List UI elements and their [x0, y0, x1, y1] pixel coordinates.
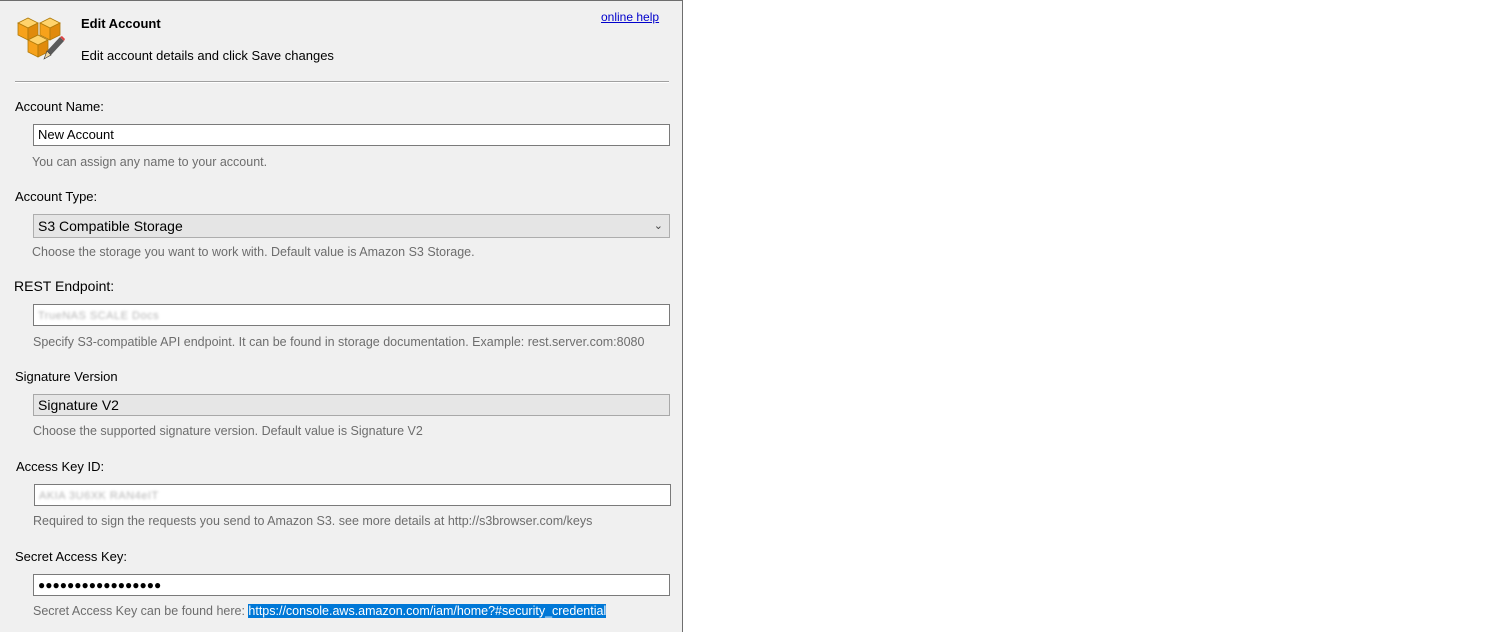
- access-key-id-label: Access Key ID:: [16, 459, 105, 474]
- rest-endpoint-label: REST Endpoint:: [14, 278, 115, 294]
- account-type-hint: Choose the storage you want to work with…: [32, 245, 475, 259]
- aws-boxes-edit-icon: [17, 17, 65, 60]
- header-divider: [15, 81, 669, 83]
- secret-access-key-hint-text: Secret Access Key can be found here:: [33, 604, 249, 618]
- rest-endpoint-input[interactable]: TrueNAS SCALE Docs: [33, 304, 670, 326]
- access-key-id-value: AKIA 3U6XK RAN4eIT: [39, 490, 159, 502]
- signature-version-hint: Choose the supported signature version. …: [33, 424, 423, 438]
- signature-version-select[interactable]: Signature V2: [33, 394, 670, 416]
- rest-endpoint-hint: Specify S3-compatible API endpoint. It c…: [33, 335, 645, 349]
- account-name-input[interactable]: New Account: [33, 124, 670, 146]
- chevron-down-icon[interactable]: ⌄: [654, 215, 663, 237]
- account-name-hint: You can assign any name to your account.: [32, 155, 268, 169]
- secret-access-key-label: Secret Access Key:: [15, 549, 127, 564]
- access-key-id-input[interactable]: AKIA 3U6XK RAN4eIT: [34, 484, 671, 506]
- account-name-label: Account Name:: [15, 99, 104, 114]
- signature-version-label: Signature Version: [15, 369, 118, 384]
- online-help-link[interactable]: online help: [601, 10, 659, 24]
- dialog-title: Edit Account: [81, 16, 161, 31]
- account-type-select[interactable]: S3 Compatible Storage ⌄: [33, 214, 670, 238]
- security-credentials-link[interactable]: https://console.aws.amazon.com/iam/home?…: [248, 604, 607, 618]
- edit-account-dialog: Edit Account Edit account details and cl…: [0, 0, 683, 632]
- access-key-id-hint: Required to sign the requests you send t…: [33, 514, 593, 528]
- rest-endpoint-value: TrueNAS SCALE Docs: [38, 310, 160, 322]
- account-type-label: Account Type:: [15, 189, 98, 204]
- dialog-subtitle: Edit account details and click Save chan…: [81, 48, 334, 63]
- secret-access-key-hint: Secret Access Key can be found here: htt…: [33, 604, 607, 618]
- account-type-value: S3 Compatible Storage: [38, 218, 183, 234]
- secret-access-key-input[interactable]: ●●●●●●●●●●●●●●●●●: [33, 574, 670, 596]
